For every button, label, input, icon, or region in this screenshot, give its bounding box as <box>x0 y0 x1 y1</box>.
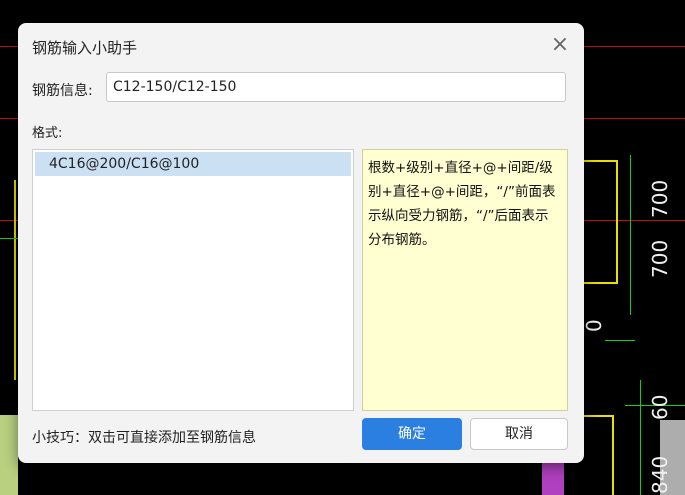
dimension-label: 700 <box>648 179 672 218</box>
yellow-line <box>584 282 618 284</box>
format-help-text: 根数+级别+直径+@+间距/级别+直径+@+间距，“/”前面表示纵向受力钢筋，“… <box>362 149 568 411</box>
dimension-label: 0 <box>582 319 606 332</box>
rebar-info-input[interactable] <box>106 72 566 102</box>
yellow-line <box>612 415 614 495</box>
rebar-input-dialog: 钢筋输入小助手 × 钢筋信息: 格式: 4C16@200/C16@100 根数+… <box>18 23 584 463</box>
green-dim-line <box>630 155 631 315</box>
yellow-line <box>14 180 16 380</box>
format-list-item[interactable]: 4C16@200/C16@100 <box>35 152 351 176</box>
green-dim-line <box>605 340 635 341</box>
yellow-line <box>584 160 618 162</box>
close-icon: × <box>550 32 570 57</box>
purple-block <box>542 463 564 495</box>
yellow-line <box>616 160 618 282</box>
green-dim-line <box>640 380 641 495</box>
format-label: 格式: <box>32 126 63 141</box>
dimension-label: 60 <box>648 394 672 420</box>
yellow-line <box>584 415 614 417</box>
green-dim-line <box>0 238 18 239</box>
close-button[interactable]: × <box>550 32 570 57</box>
tip-text: 小技巧：双击可直接添加至钢筋信息 <box>32 430 256 446</box>
green-block <box>0 415 18 495</box>
ok-button[interactable]: 确定 <box>362 418 462 450</box>
dimension-label: 840 <box>648 455 672 494</box>
format-list[interactable]: 4C16@200/C16@100 <box>32 149 354 411</box>
dimension-label: 700 <box>648 239 672 278</box>
cancel-button[interactable]: 取消 <box>470 418 568 450</box>
dialog-title: 钢筋输入小助手 <box>32 39 138 57</box>
rebar-info-label: 钢筋信息: <box>32 83 93 99</box>
